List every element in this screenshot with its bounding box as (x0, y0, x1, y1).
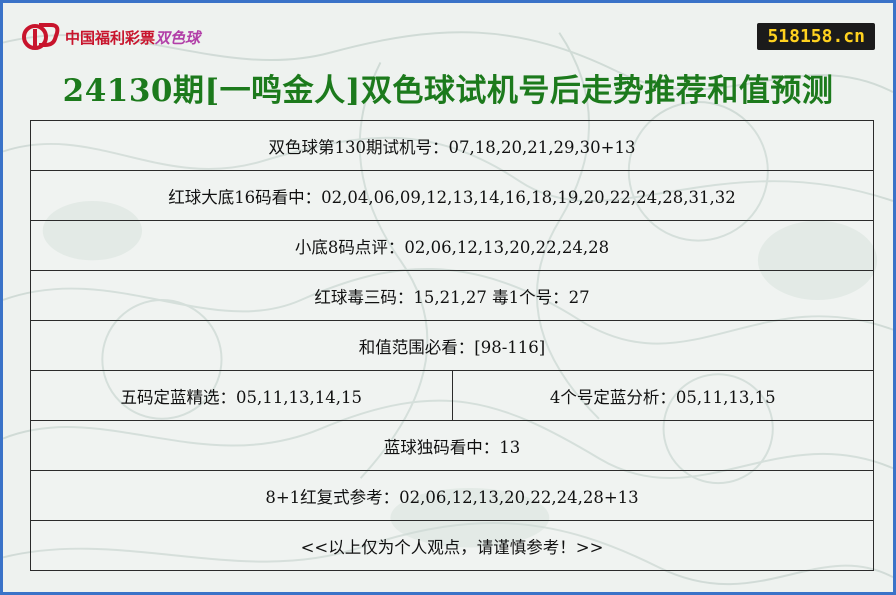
table-row: <<以上仅为个人观点，请谨慎参考！>> (30, 520, 874, 571)
small-8-cell: 小底8码点评：02,06,12,13,20,22,24,28 (30, 220, 874, 271)
compound-cell: 8+1红复式参考：02,06,12,13,20,22,24,28+13 (30, 470, 874, 521)
blue-single-cell: 蓝球独码看中：13 (30, 420, 874, 471)
lottery-logo: 中国福利彩票双色球 (21, 21, 200, 53)
page-title: 24130期[一鸣金人]双色球试机号后走势推荐和值预测 (62, 73, 834, 109)
table-row: 红球毒三码：15,21,27 毒1个号：27 (30, 270, 874, 321)
logo-text: 中国福利彩票双色球 (65, 27, 200, 48)
site-badge[interactable]: 518158.cn (757, 23, 875, 50)
trial-numbers-cell: 双色球第130期试机号：07,18,20,21,29,30+13 (30, 120, 874, 171)
table-row: 红球大底16码看中：02,04,06,09,12,13,14,16,18,19,… (30, 170, 874, 221)
disclaimer-cell: <<以上仅为个人观点，请谨慎参考！>> (30, 520, 874, 571)
table-row: 8+1红复式参考：02,06,12,13,20,22,24,28+13 (30, 470, 874, 521)
table-row: 双色球第130期试机号：07,18,20,21,29,30+13 (30, 120, 874, 171)
prediction-table: 双色球第130期试机号：07,18,20,21,29,30+13 红球大底16码… (30, 120, 874, 571)
blue-four-cell: 4个号定蓝分析：05,11,13,15 (451, 370, 874, 421)
sum-range-cell: 和值范围必看：[98-116] (30, 320, 874, 371)
table-row: 小底8码点评：02,06,12,13,20,22,24,28 (30, 220, 874, 271)
welfare-lottery-logo-icon (22, 23, 60, 50)
poster-frame: 中国福利彩票双色球 518158.cn 24130期[一鸣金人]双色球试机号后走… (0, 0, 896, 595)
logo-brand: 中国福利彩票 (65, 28, 156, 47)
logo-product: 双色球 (155, 28, 201, 47)
table-row: 蓝球独码看中：13 (30, 420, 874, 471)
table-row: 五码定蓝精选：05,11,13,14,15 4个号定蓝分析：05,11,13,1… (30, 370, 874, 421)
red-16-cell: 红球大底16码看中：02,04,06,09,12,13,14,16,18,19,… (30, 170, 874, 221)
table-row: 和值范围必看：[98-116] (30, 320, 874, 371)
blue-five-cell: 五码定蓝精选：05,11,13,14,15 (30, 370, 453, 421)
red-kill-cell: 红球毒三码：15,21,27 毒1个号：27 (30, 270, 874, 321)
